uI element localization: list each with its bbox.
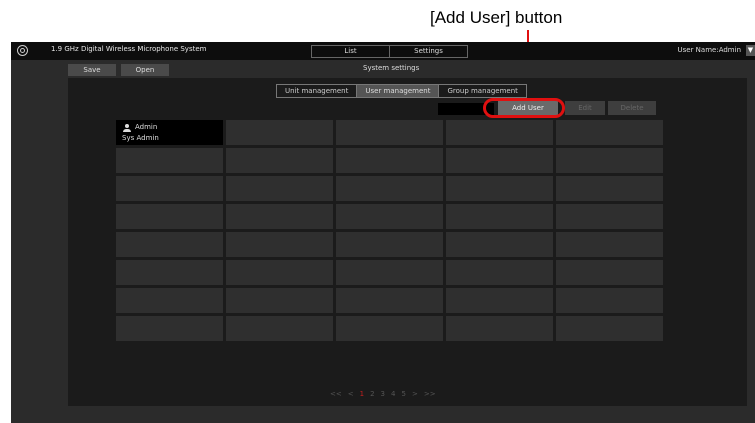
user-slot[interactable] <box>556 148 663 173</box>
user-slot[interactable] <box>116 316 223 341</box>
user-slot[interactable] <box>226 232 333 257</box>
user-slot[interactable] <box>446 176 553 201</box>
user-slot[interactable] <box>336 120 443 145</box>
tab-unit-management[interactable]: Unit management <box>277 85 356 97</box>
user-slot[interactable] <box>336 316 443 341</box>
pager-page[interactable]: 5 <box>401 390 405 398</box>
tab-list[interactable]: List <box>312 46 390 57</box>
tab-group-management[interactable]: Group management <box>438 85 525 97</box>
user-slot[interactable] <box>336 260 443 285</box>
user-slot[interactable] <box>116 176 223 201</box>
user-grid: Admin Sys Admin <box>116 120 663 341</box>
user-slot[interactable] <box>226 176 333 201</box>
user-slot[interactable] <box>116 204 223 229</box>
user-slot[interactable] <box>116 232 223 257</box>
open-button[interactable]: Open <box>121 64 169 76</box>
pager-next[interactable]: > <box>412 390 418 398</box>
logo-icon <box>17 45 28 56</box>
edit-button[interactable]: Edit <box>565 101 605 115</box>
pager-page[interactable]: 1 <box>360 390 364 398</box>
user-slot[interactable] <box>446 120 553 145</box>
user-slot[interactable] <box>446 316 553 341</box>
user-slot[interactable] <box>556 204 663 229</box>
top-navigation: List Settings <box>311 45 468 58</box>
user-slot[interactable] <box>336 288 443 313</box>
chevron-down-icon[interactable]: ▼ <box>746 45 755 56</box>
page-title: System settings <box>363 64 420 72</box>
tab-user-management[interactable]: User management <box>356 85 439 97</box>
app-title: 1.9 GHz Digital Wireless Microphone Syst… <box>51 45 207 53</box>
user-slot[interactable] <box>226 288 333 313</box>
user-slot[interactable] <box>446 232 553 257</box>
pager-page[interactable]: 2 <box>370 390 374 398</box>
main-panel: Unit management User management Group ma… <box>68 78 747 406</box>
person-icon <box>122 124 132 132</box>
user-card[interactable]: Admin Sys Admin <box>116 120 223 145</box>
delete-button[interactable]: Delete <box>608 101 656 115</box>
user-slot[interactable] <box>446 148 553 173</box>
user-slot[interactable] <box>556 288 663 313</box>
tab-settings[interactable]: Settings <box>390 46 467 57</box>
pager-last[interactable]: >> <box>424 390 436 398</box>
callout-label: [Add User] button <box>430 8 563 27</box>
user-slot[interactable] <box>556 176 663 201</box>
user-slot[interactable] <box>446 204 553 229</box>
user-slot[interactable] <box>226 316 333 341</box>
save-button[interactable]: Save <box>68 64 116 76</box>
user-card-name: Admin <box>135 123 158 131</box>
user-slot[interactable] <box>336 204 443 229</box>
top-bar: 1.9 GHz Digital Wireless Microphone Syst… <box>11 42 755 60</box>
app-window: 1.9 GHz Digital Wireless Microphone Syst… <box>11 42 755 423</box>
user-slot[interactable] <box>556 232 663 257</box>
user-slot[interactable] <box>336 232 443 257</box>
user-slot[interactable] <box>226 120 333 145</box>
pager-prev[interactable]: < <box>348 390 354 398</box>
user-slot[interactable] <box>226 260 333 285</box>
user-slot[interactable] <box>336 176 443 201</box>
user-slot[interactable] <box>556 316 663 341</box>
user-card-role: Sys Admin <box>122 134 159 142</box>
management-tabs: Unit management User management Group ma… <box>276 84 527 98</box>
user-slot[interactable] <box>446 288 553 313</box>
user-slot[interactable] <box>116 288 223 313</box>
user-slot[interactable] <box>116 260 223 285</box>
user-slot[interactable] <box>226 148 333 173</box>
user-slot[interactable] <box>446 260 553 285</box>
user-slot[interactable] <box>226 204 333 229</box>
pagination: << < 1 2 3 4 5 > >> <box>330 390 436 398</box>
pager-first[interactable]: << <box>330 390 342 398</box>
pager-page[interactable]: 4 <box>391 390 395 398</box>
user-slot[interactable] <box>336 148 443 173</box>
pager-page[interactable]: 3 <box>381 390 385 398</box>
user-slot[interactable] <box>556 120 663 145</box>
callout-highlight <box>483 98 565 118</box>
user-slot[interactable] <box>116 148 223 173</box>
user-name: User Name:Admin <box>677 46 742 54</box>
user-slot[interactable] <box>556 260 663 285</box>
